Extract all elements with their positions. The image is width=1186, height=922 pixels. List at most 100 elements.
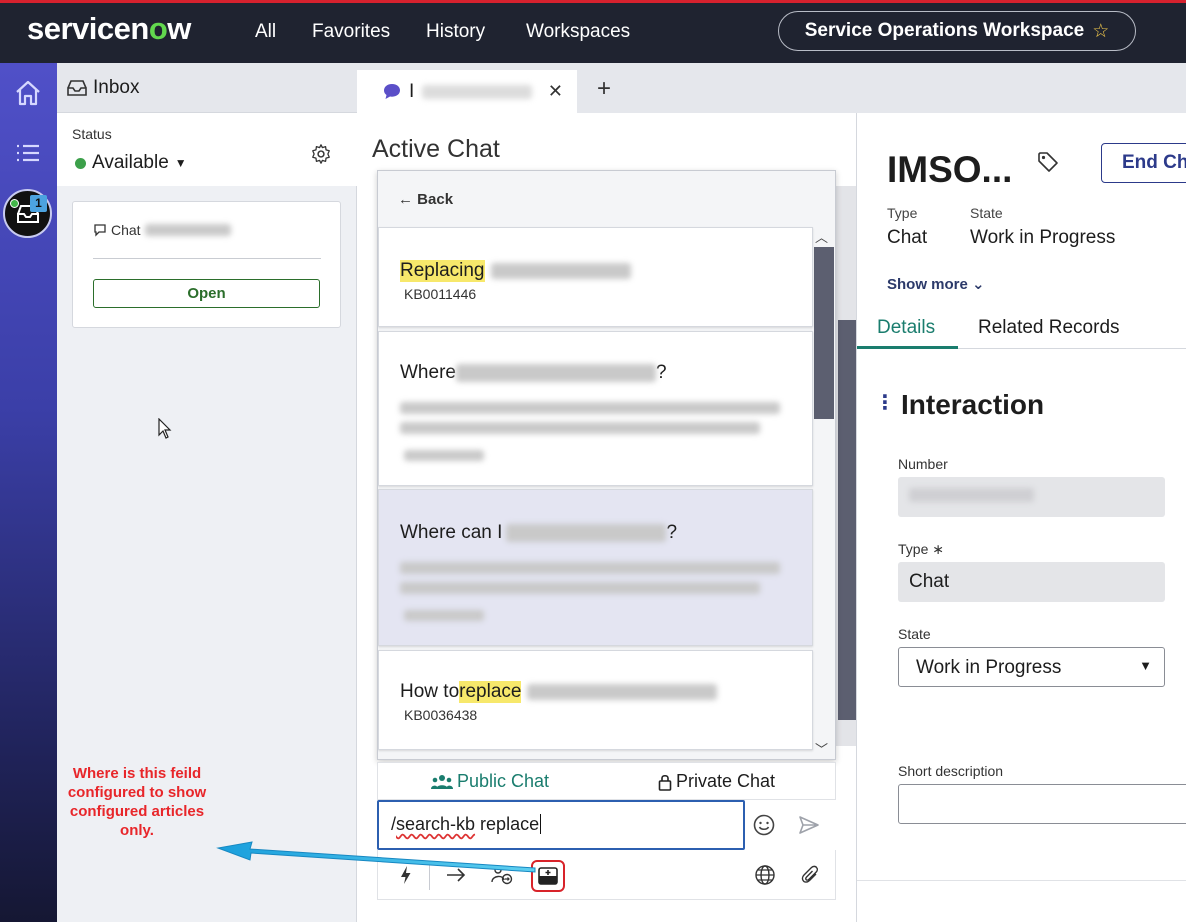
chat-scrollbar-thumb[interactable] xyxy=(838,320,856,720)
open-button[interactable]: Open xyxy=(93,279,320,308)
kb-search-results-popup: ← Back ︿ ﹀ Replacing KB0011446 Where ? W… xyxy=(377,170,836,760)
chat-composer-toolbar xyxy=(377,850,836,900)
type-field-label-text: Type xyxy=(898,541,929,557)
redacted-tab-number xyxy=(422,84,533,99)
redacted-number xyxy=(909,488,1034,502)
more-options-icon[interactable]: ⋮ xyxy=(875,390,895,415)
title-text: Where can I xyxy=(400,522,503,543)
type-field-label: Type ∗ xyxy=(898,541,944,558)
globe-icon[interactable] xyxy=(754,864,776,886)
chat-interaction-card[interactable]: Chat Open xyxy=(72,201,341,328)
transfer-agent-icon[interactable] xyxy=(491,864,513,886)
kb-scrollbar-thumb[interactable] xyxy=(814,247,834,419)
back-label: Back xyxy=(417,191,454,208)
nav-all[interactable]: All xyxy=(255,21,276,43)
send-icon[interactable] xyxy=(797,813,821,837)
kb-article-title: Replacing xyxy=(400,260,631,282)
inbox-tray-icon xyxy=(67,79,87,96)
tab-label: I xyxy=(409,80,415,102)
redacted-text xyxy=(490,263,631,279)
tab-related-records[interactable]: Related Records xyxy=(978,317,1120,339)
redacted-description xyxy=(400,422,760,434)
inbox-count-badge: 1 xyxy=(30,195,47,212)
servicenow-logo[interactable]: servicenow xyxy=(27,11,191,47)
status-dropdown[interactable]: Available ▼ xyxy=(75,152,187,174)
inbox-rail-button[interactable]: 1 xyxy=(3,189,52,238)
redacted-description xyxy=(400,562,780,574)
arrow-right-icon[interactable] xyxy=(445,864,467,886)
quick-action-icon[interactable] xyxy=(395,864,417,886)
redacted-kb-number xyxy=(404,450,484,461)
highlight-term: Replacing xyxy=(400,260,485,282)
tab-details[interactable]: Details xyxy=(877,317,935,339)
knowledge-search-button[interactable] xyxy=(531,860,565,892)
private-chat-label: Private Chat xyxy=(676,771,776,791)
input-text-spellcheck: search-kb xyxy=(396,814,476,834)
mouse-cursor-icon xyxy=(158,418,172,439)
workspace-name: Service Operations Workspace xyxy=(804,20,1085,41)
home-icon[interactable] xyxy=(12,77,44,109)
add-tab-button[interactable]: + xyxy=(597,75,611,103)
list-icon[interactable] xyxy=(12,137,44,169)
annotation-text: Where is this feild configured to show c… xyxy=(67,765,207,839)
redacted-number xyxy=(144,224,231,236)
divider xyxy=(857,880,1186,881)
title-text: ? xyxy=(655,362,667,383)
status-label: Status xyxy=(72,126,112,142)
kb-article-number: KB0011446 xyxy=(404,286,477,302)
state-field-label: State xyxy=(898,626,931,642)
input-text: replace xyxy=(475,814,540,834)
divider xyxy=(93,258,321,259)
record-panel: IMSO... End Ch Type Chat State Work in P… xyxy=(857,113,1186,922)
kb-article-item[interactable]: Replacing KB0011446 xyxy=(378,227,813,327)
tab-private-chat[interactable]: Private Chat xyxy=(658,771,775,792)
tab-public-chat[interactable]: Public Chat xyxy=(431,771,549,792)
attachment-icon[interactable] xyxy=(800,864,822,886)
state-value: Work in Progress xyxy=(970,227,1116,248)
chat-tab-icon xyxy=(384,84,400,99)
kb-article-item[interactable]: How to replace KB0036438 xyxy=(378,650,813,750)
kb-article-item[interactable]: Where ? xyxy=(378,331,813,486)
type-label: Type xyxy=(887,205,918,221)
nav-favorites[interactable]: Favorites xyxy=(312,21,390,43)
chevron-up-icon[interactable]: ︿ xyxy=(815,227,828,246)
online-status-dot xyxy=(10,199,19,208)
section-title: Interaction xyxy=(901,389,1045,420)
short-description-input[interactable] xyxy=(898,784,1186,824)
nav-workspaces[interactable]: Workspaces xyxy=(526,21,630,43)
kb-article-title: How to replace xyxy=(400,681,718,703)
status-value: Available xyxy=(92,152,169,173)
caret-down-icon: ▼ xyxy=(174,156,187,170)
title-text: Where xyxy=(400,362,456,383)
show-more-link[interactable]: Show more ⌄ xyxy=(887,275,985,293)
inbox-title: Inbox xyxy=(93,76,140,98)
star-icon[interactable]: ☆ xyxy=(1092,20,1109,43)
show-more-label: Show more xyxy=(887,276,968,293)
nav-history[interactable]: History xyxy=(426,21,485,43)
tab-active-interaction[interactable]: I ✕ xyxy=(357,70,577,113)
toolbar-divider xyxy=(429,862,430,890)
workspace-selector[interactable]: Service Operations Workspace ☆ xyxy=(778,11,1136,51)
record-tabs: Details Related Records xyxy=(857,309,1186,349)
active-chat-title: Active Chat xyxy=(372,135,500,163)
chat-message-input[interactable]: /search-kb replace xyxy=(377,800,745,850)
state-select[interactable]: Work in Progress ▼ xyxy=(898,647,1165,687)
tag-icon[interactable] xyxy=(1037,151,1059,173)
chat-bubble-icon xyxy=(94,224,106,237)
emoji-icon[interactable] xyxy=(752,813,776,837)
kb-article-title: Where ? xyxy=(400,362,667,384)
end-chat-button[interactable]: End Ch xyxy=(1101,143,1186,183)
redacted-text xyxy=(506,524,667,542)
text-caret xyxy=(540,814,542,834)
close-tab-icon[interactable]: ✕ xyxy=(548,81,563,102)
redacted-description xyxy=(400,582,760,594)
gear-icon[interactable] xyxy=(310,143,332,165)
title-text: ? xyxy=(666,522,678,543)
left-rail: 1 xyxy=(0,63,57,922)
chevron-down-icon[interactable]: ﹀ xyxy=(815,739,828,758)
chat-mode-tabs: Public Chat Private Chat xyxy=(377,762,836,800)
active-tab-indicator xyxy=(857,346,958,349)
short-description-label: Short description xyxy=(898,763,1004,779)
kb-article-item-selected[interactable]: Where can I ? xyxy=(378,489,813,646)
back-button[interactable]: ← Back xyxy=(398,191,453,208)
